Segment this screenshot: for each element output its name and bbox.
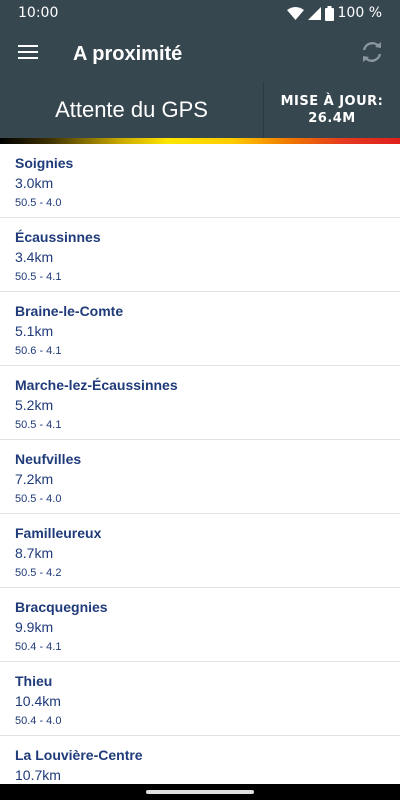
list-item[interactable]: Bracquegnies 9.9km 50.4 - 4.1	[0, 588, 400, 662]
page-title: A proximité	[73, 42, 183, 65]
station-name: Familleureux	[15, 525, 102, 541]
station-list[interactable]: Soignies 3.0km 50.5 - 4.0 Écaussinnes 3.…	[0, 144, 400, 784]
station-name: Neufvilles	[15, 451, 82, 467]
station-distance: 10.7km	[15, 767, 61, 783]
update-value: 26.4M	[308, 111, 356, 126]
station-distance: 5.2km	[15, 397, 54, 413]
list-item[interactable]: Soignies 3.0km 50.5 - 4.0	[0, 144, 400, 218]
list-item[interactable]: Écaussinnes 3.4km 50.5 - 4.1	[0, 218, 400, 292]
list-item[interactable]: Thieu 10.4km 50.4 - 4.0	[0, 662, 400, 736]
station-name: Braine-le-Comte	[15, 303, 124, 319]
station-coords: 50.4 - 4.0	[15, 715, 62, 727]
battery-level: 100 %	[337, 5, 382, 21]
station-distance: 7.2km	[15, 471, 54, 487]
station-coords: 50.5 - 4.1	[15, 419, 62, 431]
station-coords: 50.5 - 4.0	[15, 493, 62, 505]
station-coords: 50.6 - 4.1	[15, 345, 62, 357]
signal-icon	[307, 6, 321, 20]
station-distance: 3.0km	[15, 175, 54, 191]
refresh-icon	[360, 40, 384, 69]
station-name: Marche-lez-Écaussinnes	[15, 377, 178, 393]
station-distance: 10.4km	[15, 693, 61, 709]
station-distance: 8.7km	[15, 545, 54, 561]
station-coords: 50.5 - 4.0	[15, 197, 62, 209]
menu-button[interactable]	[0, 26, 56, 82]
refresh-button[interactable]	[344, 26, 400, 82]
app-bar: A proximité	[0, 26, 400, 82]
list-item[interactable]: Braine-le-Comte 5.1km 50.6 - 4.1	[0, 292, 400, 366]
update-info: MISE À JOUR: 26.4M	[264, 82, 400, 138]
wifi-icon	[286, 6, 304, 20]
station-distance: 3.4km	[15, 249, 54, 265]
list-item[interactable]: Familleureux 8.7km 50.5 - 4.2	[0, 514, 400, 588]
station-coords: 50.5 - 4.2	[15, 567, 62, 579]
battery-icon	[324, 5, 334, 21]
gps-panel: Attente du GPS MISE À JOUR: 26.4M	[0, 82, 400, 138]
station-coords: 50.5 - 4.1	[15, 271, 62, 283]
status-icons: 100 %	[286, 5, 382, 21]
station-name: La Louvière-Centre	[15, 747, 143, 763]
list-item[interactable]: La Louvière-Centre 10.7km	[0, 736, 400, 784]
list-item[interactable]: Neufvilles 7.2km 50.5 - 4.0	[0, 440, 400, 514]
station-distance: 9.9km	[15, 619, 54, 635]
station-coords: 50.4 - 4.1	[15, 641, 62, 653]
station-name: Écaussinnes	[15, 229, 101, 245]
menu-icon	[18, 44, 38, 65]
station-name: Bracquegnies	[15, 599, 108, 615]
station-name: Thieu	[15, 673, 53, 689]
station-distance: 5.1km	[15, 323, 54, 339]
station-name: Soignies	[15, 155, 74, 171]
update-label: MISE À JOUR:	[280, 94, 384, 109]
home-handle[interactable]	[146, 790, 254, 794]
status-bar: 10:00 100 %	[0, 0, 400, 26]
list-item[interactable]: Marche-lez-Écaussinnes 5.2km 50.5 - 4.1	[0, 366, 400, 440]
gps-status: Attente du GPS	[55, 97, 208, 122]
navigation-bar	[0, 784, 400, 800]
status-time: 10:00	[18, 5, 59, 21]
